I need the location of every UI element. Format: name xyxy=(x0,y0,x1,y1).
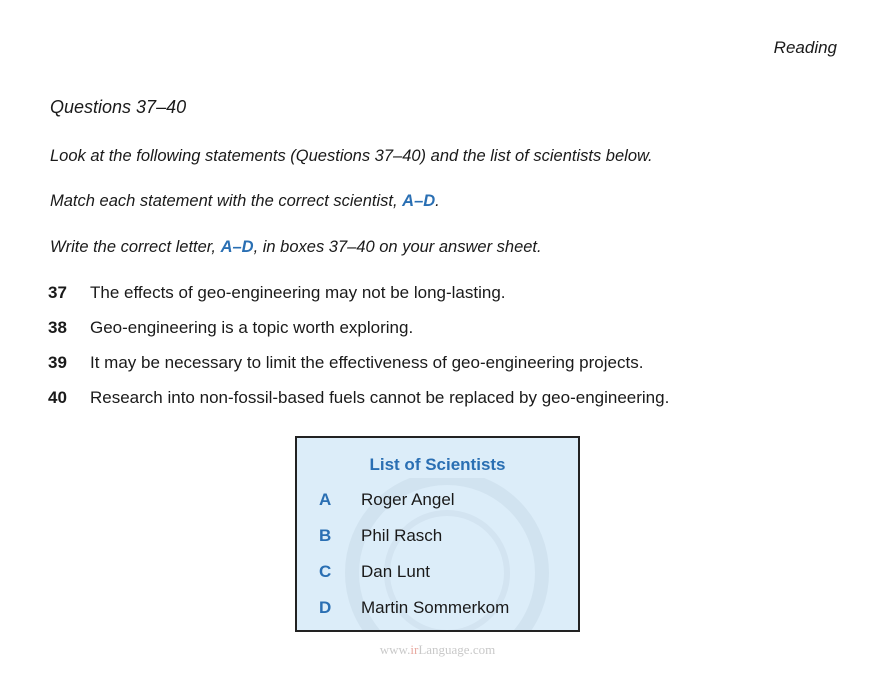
scientist-name: Roger Angel xyxy=(361,490,455,509)
question-item: 39 It may be necessary to limit the effe… xyxy=(48,353,669,388)
scientist-item: D Martin Sommerkom xyxy=(319,598,510,630)
instruction-text: Write the correct letter, xyxy=(50,238,221,256)
question-item: 40 Research into non-fossil-based fuels … xyxy=(48,388,669,423)
question-text: Geo-engineering is a topic worth explori… xyxy=(90,318,414,337)
letter-range: A–D xyxy=(402,192,436,210)
question-text: The effects of geo-engineering may not b… xyxy=(90,283,506,302)
scientist-letter: B xyxy=(319,526,332,545)
scientist-letter: C xyxy=(319,562,332,581)
question-item: 38 Geo-engineering is a topic worth expl… xyxy=(48,318,669,353)
watermark-main: Language xyxy=(418,642,470,657)
site-watermark: www.irLanguage.com xyxy=(0,642,875,658)
question-number: 38 xyxy=(48,318,67,337)
scientist-item: B Phil Rasch xyxy=(319,526,509,562)
letter-range: A–D xyxy=(220,238,254,256)
scientist-list-title: List of Scientists xyxy=(369,455,506,474)
question-number: 37 xyxy=(48,283,67,302)
scientist-list: A Roger Angel B Phil Rasch C Dan Lunt D … xyxy=(319,490,510,630)
question-text: Research into non-fossil-based fuels can… xyxy=(90,388,670,407)
scientist-item: C Dan Lunt xyxy=(319,562,509,598)
watermark-suffix: .com xyxy=(469,642,496,657)
instruction-line-2: Match each statement with the correct sc… xyxy=(50,192,440,211)
instruction-line-1: Look at the following statements (Questi… xyxy=(50,147,653,166)
scientist-letter: D xyxy=(319,598,332,617)
scientist-list-box: List of Scientists A Roger Angel B Phil … xyxy=(295,436,580,632)
question-item: 37 The effects of geo-engineering may no… xyxy=(48,283,669,318)
instruction-text: . xyxy=(435,192,440,210)
question-text: It may be necessary to limit the effecti… xyxy=(90,353,644,372)
instruction-line-3: Write the correct letter, A–D, in boxes … xyxy=(50,238,542,257)
questions-title: Questions 37–40 xyxy=(50,97,187,117)
section-label: Reading xyxy=(773,38,837,57)
question-list: 37 The effects of geo-engineering may no… xyxy=(48,283,669,423)
scientist-name: Dan Lunt xyxy=(361,562,430,581)
watermark-prefix: www. xyxy=(379,642,411,657)
scientist-name: Martin Sommerkom xyxy=(361,598,510,617)
scientist-name: Phil Rasch xyxy=(361,526,443,545)
instruction-text: Match each statement with the correct sc… xyxy=(50,192,403,210)
instruction-text: , in boxes 37–40 on your answer sheet. xyxy=(253,238,542,256)
scientist-letter: A xyxy=(319,490,332,509)
instruction-text: Look at the following statements (Questi… xyxy=(50,147,653,165)
question-number: 39 xyxy=(48,353,67,372)
question-number: 40 xyxy=(48,388,67,407)
scientist-item: A Roger Angel xyxy=(319,490,509,526)
